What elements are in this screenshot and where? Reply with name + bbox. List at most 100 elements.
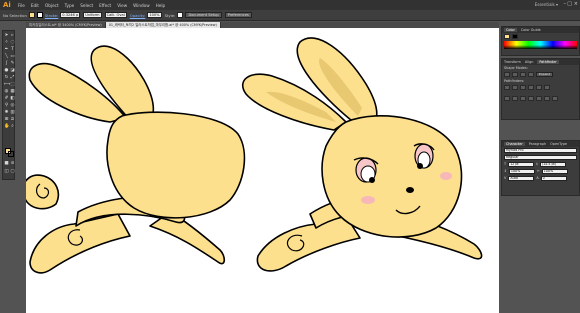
eraser-icon[interactable]: ◪ — [10, 68, 15, 73]
gradient-panel-icon[interactable] — [536, 96, 542, 101]
none-mode-icon[interactable]: ⊘ — [10, 161, 15, 166]
type-tool-icon[interactable]: T — [10, 47, 15, 52]
fill-swatch[interactable] — [28, 12, 35, 18]
outline-icon[interactable] — [536, 85, 542, 90]
vertical-scale-field[interactable]: 100% — [508, 169, 535, 174]
divide-icon[interactable] — [504, 85, 510, 90]
tab-character[interactable]: Character — [504, 142, 525, 146]
scale-icon[interactable]: ⤢ — [10, 75, 15, 80]
blob-brush-icon[interactable]: ● — [4, 68, 9, 73]
hand-tool-icon[interactable]: ✋ — [4, 124, 10, 129]
minus-back-icon[interactable] — [544, 85, 550, 90]
color-spectrum[interactable] — [504, 41, 577, 49]
eyedropper-icon[interactable]: ⚲ — [4, 103, 9, 108]
stroke-panel-icon[interactable] — [528, 96, 534, 101]
screen-mode-icon[interactable]: ▢ — [10, 169, 15, 174]
minimize-icon[interactable]: – — [564, 1, 567, 7]
menu-object[interactable]: Object — [42, 3, 62, 8]
brush-definition[interactable]: Calli. Oval — [104, 12, 127, 18]
blend-tool-icon[interactable]: ◎ — [10, 103, 15, 108]
color-mode-icon[interactable]: ■ — [4, 161, 9, 166]
horizontal-scale-field[interactable]: 100% — [541, 169, 568, 174]
symbol-sprayer-icon[interactable]: ✺ — [4, 110, 9, 115]
draw-mode-icon[interactable]: ◫ — [4, 169, 9, 174]
color-fill-swatch-icon[interactable] — [504, 34, 510, 39]
artboard-canvas[interactable] — [26, 28, 499, 313]
brush-panel-icon[interactable] — [504, 96, 510, 101]
leading-field[interactable]: (14.4 pt) — [539, 162, 566, 167]
graph-tool-icon[interactable]: ▥ — [10, 110, 15, 115]
opacity-field[interactable]: 100% — [147, 12, 162, 18]
selection-tool-icon[interactable]: ➤ — [4, 33, 9, 38]
stroke-color-icon[interactable] — [8, 151, 14, 157]
maximize-icon[interactable]: □ — [567, 1, 572, 7]
kerning-field[interactable]: Auto — [508, 176, 535, 181]
lasso-icon[interactable]: ◌ — [10, 40, 15, 45]
zoom-tool-icon[interactable]: ⌕ — [10, 124, 15, 129]
color-stroke-swatch-icon[interactable] — [512, 34, 518, 39]
menu-view[interactable]: View — [114, 3, 130, 8]
menu-effect[interactable]: Effect — [96, 3, 114, 8]
selection-status: No Selection — [3, 12, 27, 18]
crop-icon[interactable] — [528, 85, 534, 90]
tab-align[interactable]: Align — [525, 60, 534, 64]
font-family-select[interactable]: Myriad Pro — [504, 148, 577, 153]
style-label: Style: — [164, 12, 176, 18]
expand-button[interactable]: Expand — [536, 72, 554, 77]
intersect-icon[interactable] — [520, 72, 526, 77]
gradient-tool-icon[interactable]: ◧ — [10, 96, 15, 101]
artboard-tool-icon[interactable]: ⊞ — [4, 117, 9, 122]
rectangle-tool-icon[interactable]: ▭ — [10, 54, 15, 59]
menu-window[interactable]: Window — [130, 3, 153, 8]
free-transform-icon[interactable]: ⬚ — [10, 82, 15, 87]
magic-wand-icon[interactable]: ✧ — [4, 40, 9, 45]
font-size-icon: T — [504, 162, 507, 166]
menu-select[interactable]: Select — [77, 3, 96, 8]
tab-color[interactable]: Color — [504, 28, 517, 32]
stroke-swatch[interactable] — [36, 12, 43, 18]
workspace-switcher[interactable]: Essentials ▾ — [535, 2, 558, 7]
style-swatch[interactable] — [177, 12, 184, 18]
menu-help[interactable]: Help — [153, 3, 169, 8]
tracking-field[interactable]: 0 — [540, 176, 567, 181]
direct-selection-icon[interactable]: ▹ — [10, 33, 15, 38]
slice-tool-icon[interactable]: ⧄ — [10, 117, 15, 122]
opacity-label[interactable]: Opacity: — [130, 13, 146, 18]
line-tool-icon[interactable]: ╲ — [4, 54, 9, 59]
stroke-weight-field[interactable]: 0.3246 p — [60, 12, 81, 18]
preferences-button[interactable]: Preferences — [224, 12, 252, 18]
tab-color-guide[interactable]: Color Guide — [521, 28, 541, 32]
merge-icon[interactable] — [520, 85, 526, 90]
minus-front-icon[interactable] — [512, 72, 518, 77]
font-size-field[interactable]: 12 pt — [508, 162, 535, 167]
rotate-icon[interactable]: ↻ — [4, 75, 9, 80]
tab-transform[interactable]: Transform — [504, 60, 521, 64]
trim-icon[interactable] — [512, 85, 518, 90]
shape-builder-icon[interactable]: ◍ — [4, 89, 9, 94]
symbols-panel-icon[interactable] — [512, 96, 518, 101]
perspective-grid-icon[interactable]: ▦ — [10, 89, 15, 94]
tab-paragraph[interactable]: Paragraph — [529, 142, 546, 146]
close-icon[interactable]: × — [574, 1, 578, 7]
variable-width-profile[interactable]: Uniform — [83, 12, 102, 18]
tab-pathfinder[interactable]: Pathfinder — [537, 60, 559, 64]
width-tool-icon[interactable]: ⟷ — [4, 82, 10, 87]
pen-tool-icon[interactable]: ✒ — [4, 47, 9, 52]
paintbrush-icon[interactable]: ʃ — [4, 61, 9, 66]
color-swatches — [502, 33, 579, 40]
appearance-panel-icon[interactable] — [552, 96, 558, 101]
document-setup-button[interactable]: Document Setup — [185, 12, 222, 18]
horizontal-scale-icon: ↔ — [536, 169, 540, 173]
exclude-icon[interactable] — [528, 72, 534, 77]
unite-icon[interactable] — [504, 72, 510, 77]
stroke-label[interactable]: Stroke: — [45, 13, 58, 18]
menu-file[interactable]: File — [15, 3, 28, 8]
menu-edit[interactable]: Edit — [28, 3, 42, 8]
font-style-select[interactable]: Regular — [504, 155, 577, 160]
tab-opentype[interactable]: OpenType — [550, 142, 567, 146]
transparency-panel-icon[interactable] — [544, 96, 550, 101]
pencil-icon[interactable]: ✎ — [10, 61, 15, 66]
graphic-styles-icon[interactable] — [520, 96, 526, 101]
menu-type[interactable]: Type — [62, 3, 78, 8]
mesh-tool-icon[interactable]: # — [4, 96, 9, 101]
